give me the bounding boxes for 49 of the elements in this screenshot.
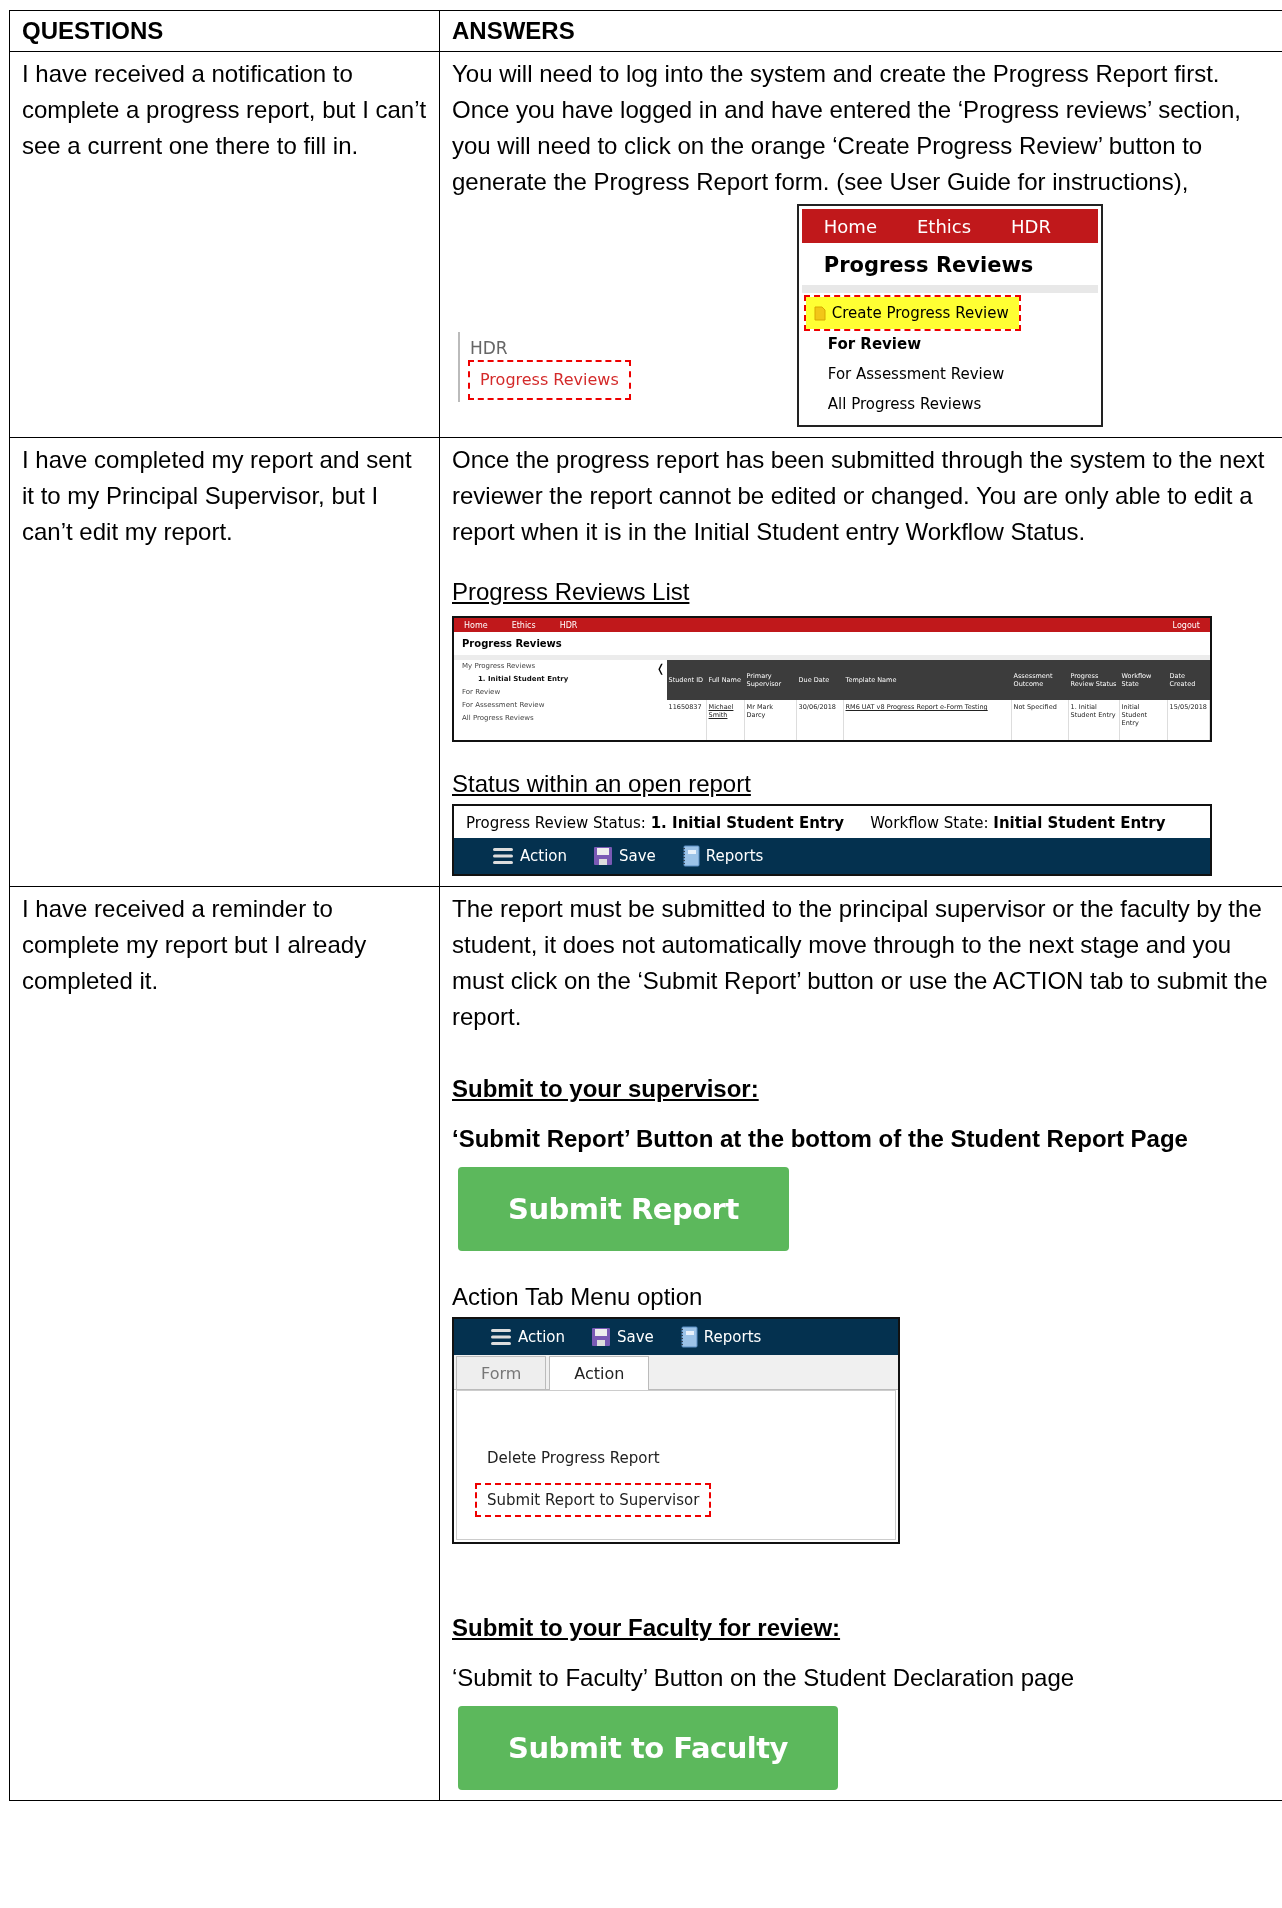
menu-item[interactable]: All Progress Reviews xyxy=(801,389,1008,419)
status-text: Progress Review Status: 1. Initial Student Entry xyxy=(466,814,845,832)
logout-link[interactable]: Logout xyxy=(1172,620,1200,630)
section-heading: Submit to your supervisor: xyxy=(452,1074,760,1104)
action-option[interactable]: Delete Progress Report xyxy=(477,1443,670,1473)
answer-text: The report must be submitted to the principal supervisor or the faculty by the student, it does not automatically move through to the next stage and you must click on the ‘Submit Report’ button or use the ACTION tab to submit the report. xyxy=(452,894,1269,1032)
toolbar-button[interactable]: Action xyxy=(490,1328,565,1346)
toolbar-button[interactable]: Save xyxy=(591,1327,654,1347)
caption: Action Tab Menu option xyxy=(452,1282,704,1312)
save-icon xyxy=(593,846,613,866)
menu-item[interactable]: For Review xyxy=(801,329,948,359)
caption: ‘Submit to Faculty’ Button on the Student Declaration page xyxy=(452,1663,1076,1693)
nav-link[interactable]: Ethics xyxy=(511,620,536,630)
bold-caption: ‘Submit Report’ Button at the bottom of the Student Report Page xyxy=(452,1124,1189,1154)
menu-icon xyxy=(492,847,514,865)
notebook-icon xyxy=(679,1326,698,1348)
nav-link[interactable]: Ethics xyxy=(916,215,972,237)
question-text: I have received a notification to complete a progress report, but I can’t see a current one there to fill in. xyxy=(22,59,427,161)
answer-text: Once the progress report has been submitted through the system to the next reviewer the report cannot be edited or changed. You are only able to edit a report when it is in the Initial Student entry Workflow Status. xyxy=(452,445,1266,547)
section-heading: Progress Reviews List xyxy=(452,577,691,607)
toolbar-button[interactable]: Reports xyxy=(679,1326,762,1348)
answer-text: You will need to log into the system and create the Progress Report first. Once you have logged in and have entered the ‘Progress reviews’ section, you will need to click on the orange ‘Create Progress Review’ button to generate the Progress Report form. (see User Guide for instructions), xyxy=(452,59,1242,197)
column-header: QUESTIONS xyxy=(10,11,440,52)
question-text: I have completed my report and sent it to my Principal Supervisor, but I can’t edit my report. xyxy=(22,445,413,547)
menu-item[interactable]: For Assessment Review xyxy=(801,359,1031,389)
nav-link[interactable]: Home xyxy=(464,620,488,630)
nav-link[interactable]: HDR xyxy=(559,620,578,630)
collapse-toggle[interactable]: ❬ xyxy=(654,660,667,740)
menu-item[interactable]: Create Progress Review xyxy=(805,297,1019,329)
menu-icon xyxy=(490,1328,512,1346)
sidebar-section: HDR xyxy=(470,336,629,360)
sidebar-link[interactable]: Progress Reviews xyxy=(470,362,629,398)
section-heading: Status within an open report xyxy=(452,769,752,799)
page-title: Progress Reviews xyxy=(822,252,1035,279)
document-icon xyxy=(813,305,826,321)
status-text: Workflow State: Initial Student Entry xyxy=(870,814,1166,832)
toolbar-button[interactable]: Reports xyxy=(681,845,764,867)
tab[interactable]: Action xyxy=(549,1356,650,1390)
notebook-icon xyxy=(681,845,700,867)
save-icon xyxy=(591,1327,611,1347)
column-header: ANSWERS xyxy=(440,11,1282,52)
toolbar-button[interactable]: Save xyxy=(593,846,656,866)
action-option[interactable]: Submit Report to Supervisor xyxy=(477,1485,710,1515)
section-heading: Submit to your Faculty for review: xyxy=(452,1613,842,1643)
toolbar-button[interactable]: Action xyxy=(492,847,567,865)
tab[interactable]: Form xyxy=(456,1356,547,1389)
nav-link[interactable]: HDR xyxy=(1011,215,1051,237)
nav-link[interactable]: Home xyxy=(823,215,877,237)
question-text: I have received a reminder to complete my report but I already completed it. xyxy=(22,894,368,996)
